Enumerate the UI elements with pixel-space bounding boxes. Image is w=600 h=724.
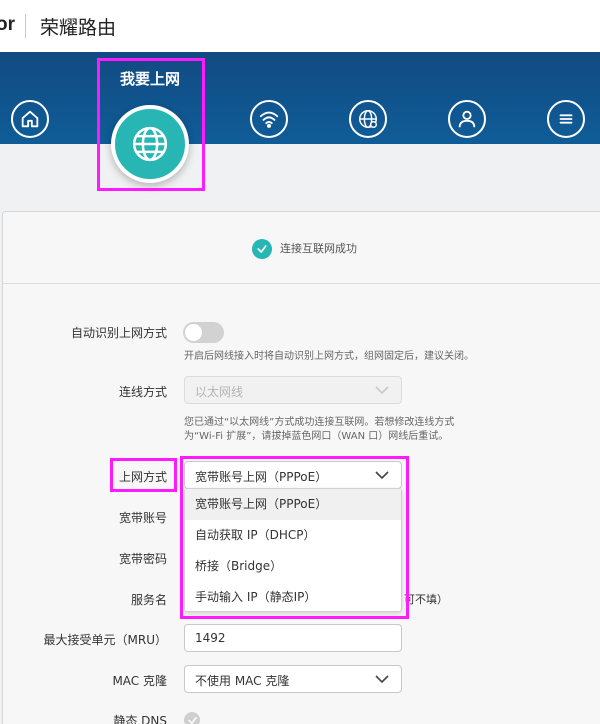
globe-settings-icon — [359, 110, 377, 128]
nav-band — [0, 52, 600, 144]
auto-detect-label: 自动识别上网方式 — [70, 326, 167, 340]
mac-clone-value: 不使用 MAC 克隆 — [195, 674, 290, 688]
connection-mode-label: 连线方式 — [118, 385, 167, 399]
nav-account[interactable] — [448, 100, 486, 138]
nav-device-settings[interactable] — [349, 100, 387, 138]
toggle-knob — [185, 324, 202, 341]
mac-clone-label: MAC 克隆 — [112, 674, 167, 688]
chevron-down-icon — [375, 386, 389, 395]
nav-home[interactable] — [11, 100, 49, 138]
status-text: 连接互联网成功 — [280, 242, 357, 255]
auto-detect-hint: 开启后网线接入时将自动识别上网方式，组网固定后，建议关闭。 — [184, 351, 474, 362]
nav-menu[interactable] — [547, 100, 585, 138]
connection-mode-hint-2: 为“Wi-Fi 扩展”，请拔掉蓝色网口（WAN 口）网线后重试。 — [184, 431, 449, 442]
mac-clone-select[interactable]: 不使用 MAC 克隆 — [184, 665, 402, 693]
top-bar: or 荣耀路由 — [0, 0, 600, 52]
brand-divider — [25, 14, 26, 38]
menu-icon — [559, 114, 573, 124]
service-name-optional-note: 可不填） — [404, 593, 448, 606]
highlight-box-nav — [97, 58, 205, 191]
home-icon — [21, 110, 39, 128]
mru-label: 最大接受单元（MRU） — [43, 633, 167, 647]
user-icon — [458, 110, 476, 128]
connection-mode-select: 以太网线 — [184, 376, 402, 404]
service-name-label: 服务名 — [130, 593, 167, 607]
static-dns-checkbox[interactable] — [184, 712, 200, 724]
connection-status: 连接互联网成功 — [3, 212, 600, 284]
highlight-box-label — [110, 458, 177, 492]
connection-mode-value: 以太网线 — [195, 385, 244, 399]
check-circle-icon — [252, 239, 272, 259]
mru-input[interactable]: 1492 — [184, 624, 402, 652]
broadband-account-label: 宽带账号 — [118, 511, 167, 525]
auto-detect-toggle[interactable] — [183, 322, 224, 343]
nav-wifi[interactable] — [250, 100, 288, 138]
highlight-box-dropdown — [180, 456, 409, 619]
brand-logo: or — [0, 14, 15, 35]
static-dns-label: 静态 DNS — [113, 714, 167, 724]
broadband-password-label: 宽带密码 — [118, 552, 167, 566]
app-title: 荣耀路由 — [40, 17, 117, 39]
wifi-icon — [259, 111, 279, 128]
connection-mode-hint-1: 您已通过“以太网线”方式成功连接互联网。若想修改连线方式 — [184, 417, 455, 428]
chevron-down-icon — [375, 675, 389, 684]
